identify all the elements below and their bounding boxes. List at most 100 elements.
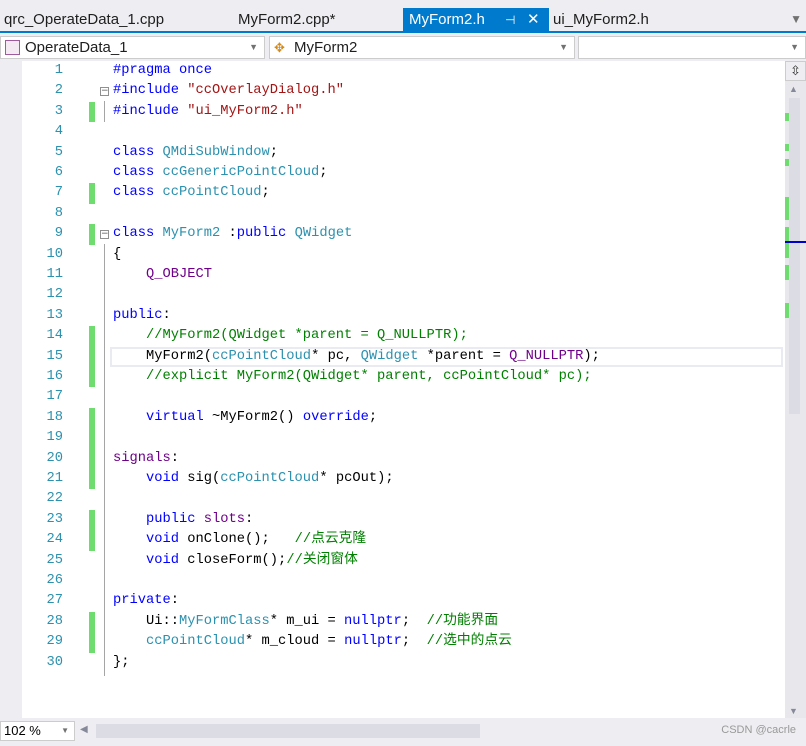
code-line[interactable]: 23 public slots: [0,509,785,531]
keyword: public [113,307,163,323]
code-line[interactable]: 29 ccPointCloud* m_cloud = nullptr; //选中… [0,632,785,653]
macro: slots [203,511,246,527]
type-name: ccPointCloud [146,634,246,650]
code-text: ; [319,165,328,180]
code-line[interactable]: 27 private: [0,591,785,611]
string-literal: "ui_MyForm2.h" [187,103,303,119]
collapse-icon[interactable]: − [100,87,109,97]
code-line[interactable]: 15 MyForm2(ccPointCloud* pc, QWidget *pa… [0,346,785,367]
horizontal-scrollbar-thumb[interactable] [96,724,480,738]
code-line[interactable]: 20 signals: [0,448,785,469]
line-number: 1 [54,63,63,78]
scroll-up-icon[interactable]: ▲ [789,84,798,94]
code-line[interactable]: 8 [0,204,785,224]
tab-ui-myform2-h[interactable]: ui_MyForm2.h [553,8,649,32]
code-line[interactable]: 6 class ccGenericPointCloud; [0,163,785,183]
tab-myform2-h[interactable]: MyForm2.h ⊣ ✕ [403,8,549,32]
scrollbar-thumb[interactable] [789,98,800,414]
type-name: MyForm2 [162,226,221,242]
scroll-down-icon[interactable]: ▼ [789,706,798,716]
scope-dropdown[interactable]: ✥ MyForm2 ▼ [269,36,575,59]
code-line[interactable]: 1 #pragma once [0,61,785,81]
keyword: class [113,185,163,201]
close-icon[interactable]: ✕ [527,8,540,32]
caret-position-marker [785,241,806,243]
pin-icon[interactable]: ⊣ [505,8,515,32]
code-line[interactable]: 3 #include "ui_MyForm2.h" [0,101,785,123]
code-line[interactable]: 5 class QMdiSubWindow; [0,143,785,163]
scrollbar-change-mark [785,143,789,152]
comment: //点云克隆 [294,532,367,548]
tab-myform2-cpp[interactable]: MyForm2.cpp* [238,8,336,32]
horizontal-scrollbar[interactable]: ◀ [78,724,784,738]
tab-list-dropdown-icon[interactable]: ▼ [790,12,802,26]
comment: //explicit MyForm2(QWidget* parent, ccPo… [146,369,592,384]
scroll-left-icon[interactable]: ◀ [80,724,88,735]
code-text: sig( [179,471,221,486]
keyword: void [146,471,180,486]
code-line[interactable]: 22 [0,489,785,509]
code-line[interactable]: 25 void closeForm();//关闭窗体 [0,551,785,571]
code-content: public slots: [113,510,253,530]
line-number: 30 [46,654,63,670]
keyword: override [302,409,369,425]
line-number: 22 [46,491,63,507]
scrollbar-change-mark [785,158,789,167]
code-line[interactable]: 9 − class MyForm2 :public QWidget [0,224,785,245]
watermark: CSDN @cacrle [721,724,796,736]
code-line[interactable]: 26 [0,571,785,591]
code-line[interactable]: 21 void sig(ccPointCloud* pcOut); [0,469,785,490]
zoom-dropdown[interactable]: 102 % ▼ [0,721,75,741]
line-number: 16 [46,369,63,384]
code-line[interactable]: 16 //explicit MyForm2(QWidget* parent, c… [0,367,785,388]
code-text: ); [583,348,600,364]
code-text: ; [368,409,378,425]
change-indicator [89,530,95,551]
type-name: ccPointCloud [212,348,312,364]
tab-qrc-operatedata[interactable]: qrc_OperateData_1.cpp [4,8,164,32]
code-content: class MyForm2 :public QWidget [113,224,352,244]
code-line[interactable]: 30}; [0,653,785,673]
code-line[interactable]: 19 [0,428,785,449]
keyword: public [236,226,295,242]
class-icon: ✥ [274,40,285,55]
scrollbar-change-mark [785,303,789,319]
collapse-icon[interactable]: − [100,230,109,240]
code-content: { [113,245,121,265]
change-indicator [89,101,95,123]
change-indicator [89,611,95,633]
line-number: 23 [46,511,63,527]
split-window-button[interactable]: ⇳ [785,61,806,81]
change-indicator [89,367,95,388]
code-line[interactable]: 4 [0,122,785,142]
code-line[interactable]: 13 public: [0,306,785,326]
code-line[interactable]: 24 void onClone(); //点云克隆 [0,530,785,551]
scrollbar-change-mark [785,113,789,121]
code-content: #include "ui_MyForm2.h" [113,102,303,122]
line-number: 12 [46,287,63,303]
scope-label: MyForm2 [294,39,358,56]
member-dropdown[interactable]: ▼ [578,36,806,59]
code-content: MyForm2(ccPointCloud* pc, QWidget *paren… [113,347,600,367]
code-line[interactable]: 12 [0,285,785,305]
code-line[interactable]: 18 virtual ~MyForm2() override; [0,407,785,429]
tab-bar: qrc_OperateData_1.cpp MyForm2.cpp* MyFor… [0,0,806,33]
code-text: : [162,307,171,323]
code-text: : [170,450,180,466]
code-line[interactable]: 17 [0,387,785,407]
keyword: virtual [146,409,204,425]
code-editor[interactable]: 1 #pragma once 2− #include "ccOverlayDialog… [0,61,785,718]
code-content: void sig(ccPointCloud* pcOut); [113,469,394,489]
type-name: QWidget [360,348,419,364]
code-text: Ui:: [113,613,180,629]
line-number: 21 [46,471,63,486]
code-line[interactable]: 28 Ui::MyFormClass* m_ui = nullptr; //功能… [0,611,785,633]
keyword: #include [113,83,188,99]
code-content: virtual ~MyForm2() override; [113,408,377,428]
project-dropdown[interactable]: OperateData_1 ▼ [0,36,265,59]
code-line[interactable]: 14 //MyForm2(QWidget *parent = Q_NULLPTR… [0,326,785,347]
code-line[interactable]: 10 { [0,245,785,265]
code-line[interactable]: 2 − #include "ccOverlayDialog.h" [0,81,785,101]
code-line[interactable]: 11 Q_OBJECT [0,265,785,285]
code-line[interactable]: 7 class ccPointCloud; [0,183,785,204]
